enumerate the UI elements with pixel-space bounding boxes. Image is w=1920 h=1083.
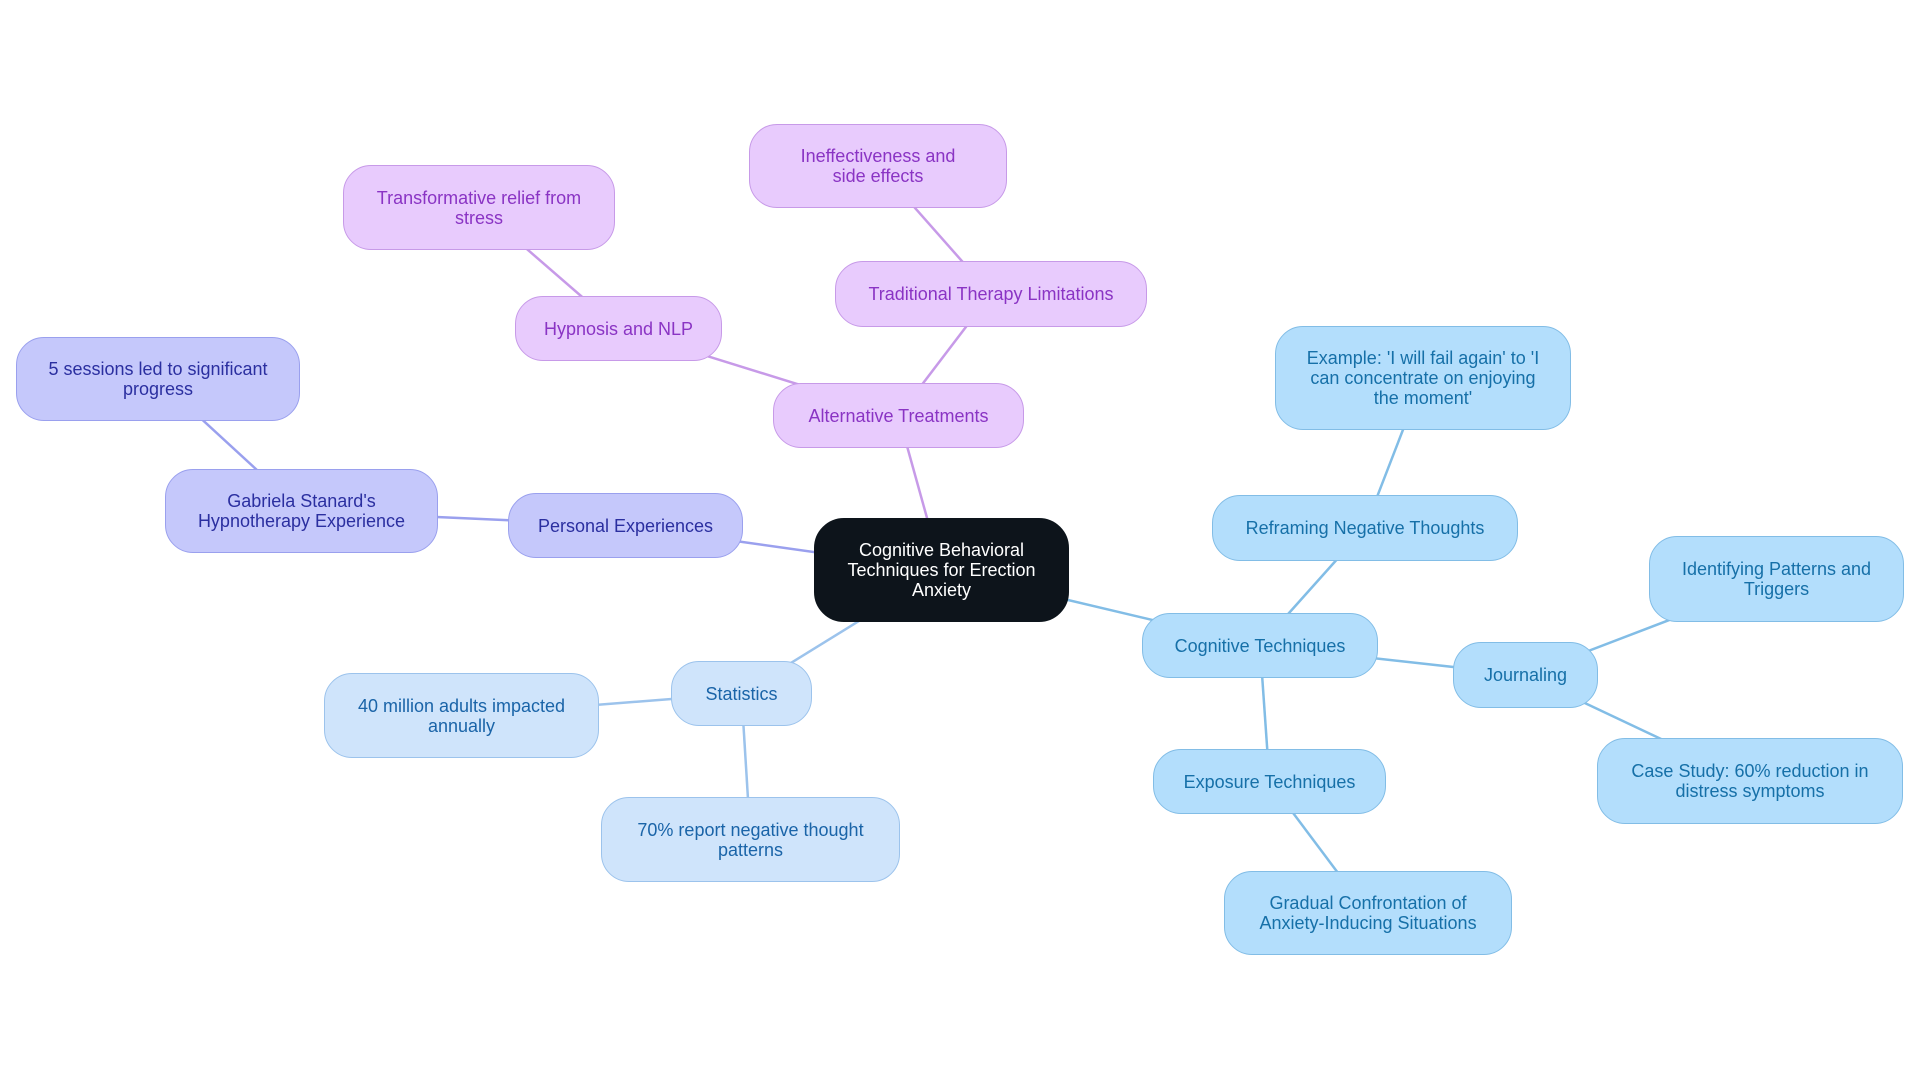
node-label: Example: 'I will fail again' to 'I can c…	[1306, 348, 1540, 408]
node-label: 40 million adults impacted annually	[357, 695, 566, 736]
node-label: Cognitive Techniques	[1174, 635, 1346, 656]
node-personal-experiences[interactable]: Personal Experiences	[508, 493, 743, 558]
node-exposure-techniques[interactable]: Exposure Techniques	[1153, 749, 1386, 814]
node-label: 70% report negative thought patterns	[637, 819, 864, 860]
node-label: Exposure Techniques	[1183, 771, 1356, 792]
node-gradual-confrontation[interactable]: Gradual Confrontation of Anxiety-Inducin…	[1224, 871, 1512, 955]
node-five-sessions[interactable]: 5 sessions led to significant progress	[16, 337, 300, 421]
root-node[interactable]: Cognitive Behavioral Techniques for Erec…	[814, 518, 1069, 622]
node-alternative-treatments[interactable]: Alternative Treatments	[773, 383, 1024, 448]
node-gabriela-hypnotherapy[interactable]: Gabriela Stanard's Hypnotherapy Experien…	[165, 469, 438, 553]
node-cognitive-techniques[interactable]: Cognitive Techniques	[1142, 613, 1378, 678]
node-label: Case Study: 60% reduction in distress sy…	[1631, 761, 1869, 801]
node-label: Traditional Therapy Limitations	[868, 284, 1114, 304]
node-hypnosis-nlp[interactable]: Hypnosis and NLP	[515, 296, 722, 361]
node-label: Personal Experiences	[537, 515, 714, 536]
node-statistics[interactable]: Statistics	[671, 661, 812, 726]
node-seventy-percent[interactable]: 70% report negative thought patterns	[601, 797, 900, 882]
node-label: Journaling	[1483, 665, 1568, 685]
node-label: Gradual Confrontation of Anxiety-Inducin…	[1259, 893, 1477, 933]
node-ineffectiveness-side-effects[interactable]: Ineffectiveness and side effects	[749, 124, 1007, 208]
node-label: Ineffectiveness and side effects	[800, 146, 956, 186]
node-traditional-therapy-limitations[interactable]: Traditional Therapy Limitations	[835, 261, 1147, 327]
node-label: Alternative Treatments	[808, 405, 989, 426]
node-journaling[interactable]: Journaling	[1453, 642, 1598, 708]
node-label: Hypnosis and NLP	[543, 318, 694, 339]
root-label: Cognitive Behavioral Techniques for Erec…	[847, 540, 1036, 600]
node-label: Transformative relief from stress	[376, 187, 582, 228]
node-case-study[interactable]: Case Study: 60% reduction in distress sy…	[1597, 738, 1903, 824]
node-label: Gabriela Stanard's Hypnotherapy Experien…	[197, 491, 406, 531]
node-label: Reframing Negative Thoughts	[1245, 518, 1485, 538]
node-label: Identifying Patterns and Triggers	[1681, 559, 1872, 599]
node-transformative-relief[interactable]: Transformative relief from stress	[343, 165, 615, 250]
node-label: Statistics	[705, 683, 778, 704]
node-identifying-patterns[interactable]: Identifying Patterns and Triggers	[1649, 536, 1904, 622]
node-label: 5 sessions led to significant progress	[48, 359, 268, 399]
node-forty-million-adults[interactable]: 40 million adults impacted annually	[324, 673, 599, 758]
node-reframing-example[interactable]: Example: 'I will fail again' to 'I can c…	[1275, 326, 1571, 430]
node-reframing-negative-thoughts[interactable]: Reframing Negative Thoughts	[1212, 495, 1518, 561]
